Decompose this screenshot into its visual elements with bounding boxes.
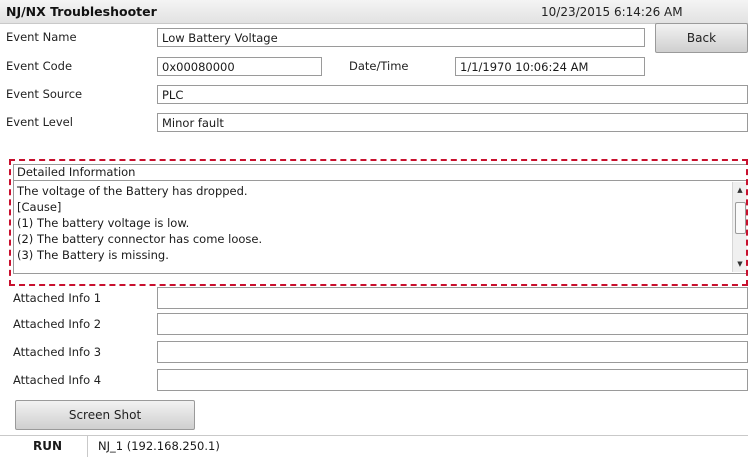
detail-line: (3) The Battery is missing. — [17, 248, 169, 262]
screen-shot-button[interactable]: Screen Shot — [15, 400, 195, 430]
event-name-field[interactable]: Low Battery Voltage — [157, 28, 645, 47]
event-level-field[interactable]: Minor fault — [157, 113, 748, 132]
attached-info-2-field[interactable] — [157, 313, 748, 335]
attached-info-4-label: Attached Info 4 — [13, 373, 102, 387]
detailed-information-header: Detailed Information — [13, 164, 748, 180]
event-code-field[interactable]: 0x00080000 — [157, 57, 322, 76]
attached-info-1-field[interactable] — [157, 287, 748, 309]
attached-info-4-field[interactable] — [157, 369, 748, 391]
event-name-label: Event Name — [6, 30, 77, 44]
system-clock: 10/23/2015 6:14:26 AM — [541, 5, 683, 19]
scrollbar-thumb[interactable] — [735, 202, 746, 234]
detail-line: (1) The battery voltage is low. — [17, 216, 190, 230]
datetime-field[interactable]: 1/1/1970 10:06:24 AM — [455, 57, 645, 76]
scroll-down-arrow-icon[interactable]: ▼ — [733, 257, 747, 271]
back-button[interactable]: Back — [655, 23, 748, 53]
app-title: NJ/NX Troubleshooter — [6, 4, 157, 19]
vertical-scrollbar[interactable]: ▲ ▼ — [732, 182, 747, 272]
detail-line: The voltage of the Battery has dropped. — [17, 184, 248, 198]
attached-info-3-label: Attached Info 3 — [13, 345, 102, 359]
event-source-label: Event Source — [6, 87, 83, 101]
datetime-label: Date/Time — [349, 59, 409, 73]
detail-line: (2) The battery connector has come loose… — [17, 232, 263, 246]
scroll-up-arrow-icon[interactable]: ▲ — [733, 183, 747, 197]
attached-info-2-label: Attached Info 2 — [13, 317, 102, 331]
event-code-label: Event Code — [6, 59, 73, 73]
detail-line: [Cause] — [17, 200, 62, 214]
event-level-label: Event Level — [6, 115, 73, 129]
detailed-information-textarea[interactable]: The voltage of the Battery has dropped. … — [13, 180, 748, 274]
attached-info-3-field[interactable] — [157, 341, 748, 363]
connection-status: NJ_1 (192.168.250.1) — [98, 439, 220, 453]
run-mode-indicator: RUN — [8, 436, 88, 457]
event-source-field[interactable]: PLC — [157, 85, 748, 104]
attached-info-1-label: Attached Info 1 — [13, 291, 102, 305]
